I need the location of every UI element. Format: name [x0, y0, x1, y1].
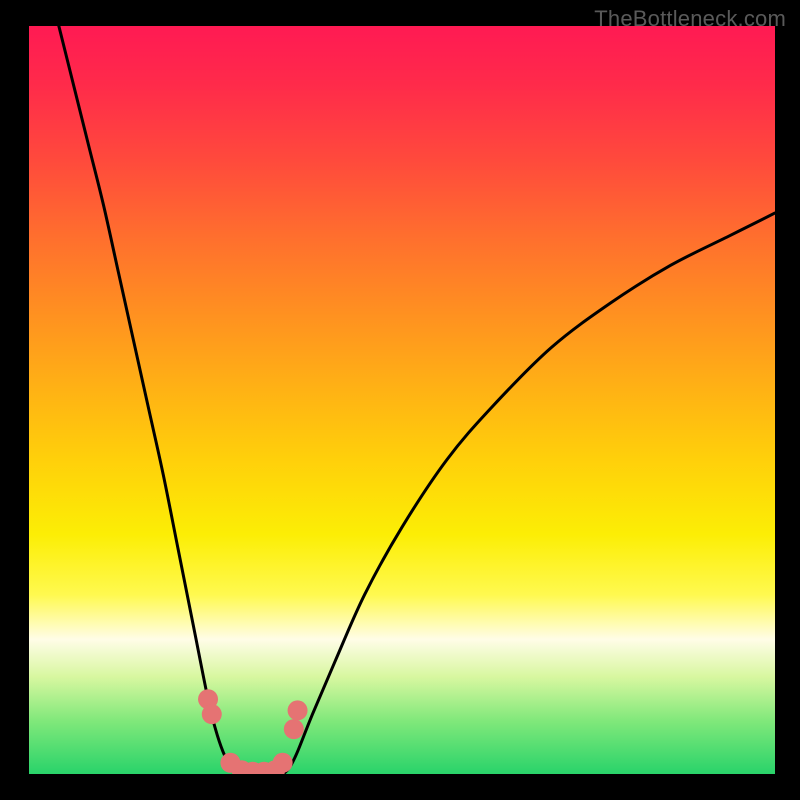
series-right-curve: [275, 213, 775, 774]
watermark-text: TheBottleneck.com: [594, 6, 786, 32]
marker-dot: [284, 719, 304, 739]
plot-area: [29, 26, 775, 774]
marker-dot: [273, 753, 293, 773]
chart-svg: [29, 26, 775, 774]
data-curves: [59, 26, 775, 774]
highlight-markers: [198, 689, 308, 774]
chart-frame: TheBottleneck.com: [0, 0, 800, 800]
marker-dot: [288, 700, 308, 720]
series-left-curve: [59, 26, 246, 774]
marker-dot: [202, 704, 222, 724]
